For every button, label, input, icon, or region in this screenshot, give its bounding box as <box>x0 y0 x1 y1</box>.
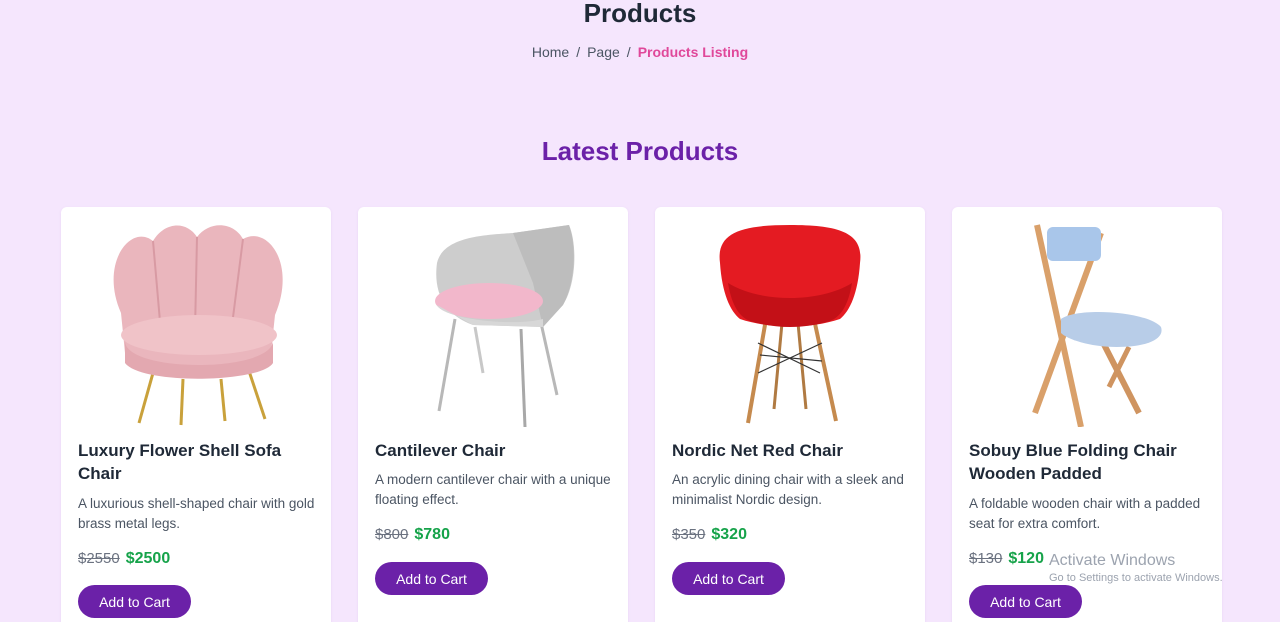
red-eiffel-chair-icon <box>719 225 861 424</box>
blue-folding-chair-icon <box>1032 224 1162 427</box>
current-price: $320 <box>711 526 747 543</box>
product-card: Cantilever Chair A modern cantilever cha… <box>358 207 628 622</box>
watermark-title: Activate Windows <box>1049 552 1176 569</box>
breadcrumb-home-link[interactable]: Home <box>532 44 569 60</box>
current-price: $120 <box>1008 550 1044 567</box>
activate-windows-watermark: Activate Windows Go to Settings to activ… <box>1049 552 1223 584</box>
product-image[interactable] <box>968 223 1206 427</box>
pink-shell-armchair-icon <box>113 225 283 426</box>
product-name[interactable]: Luxury Flower Shell Sofa Chair <box>78 439 316 485</box>
current-price: $780 <box>414 526 450 543</box>
add-to-cart-button[interactable]: Add to Cart <box>672 562 785 595</box>
product-price: $350 $320 <box>672 526 747 544</box>
product-description: A foldable wooden chair with a padded se… <box>969 496 1201 531</box>
page-title: Products <box>583 0 697 28</box>
old-price: $2550 <box>78 550 120 567</box>
old-price: $800 <box>375 526 409 543</box>
add-to-cart-button[interactable]: Add to Cart <box>969 585 1082 618</box>
breadcrumb-page-link[interactable]: Page <box>587 44 620 60</box>
product-description: A luxurious shell-shaped chair with gold… <box>78 496 315 531</box>
breadcrumb-current: Products Listing <box>637 44 749 60</box>
product-image[interactable] <box>671 223 909 427</box>
breadcrumb: Home / Page / Products Listing <box>0 44 1280 60</box>
section-title: Latest Products <box>541 136 739 166</box>
breadcrumb-separator: / <box>576 44 581 60</box>
product-name[interactable]: Cantilever Chair <box>375 439 613 462</box>
breadcrumb-separator: / <box>626 44 631 60</box>
watermark-subtitle: Go to Settings to activate Windows. <box>1049 572 1223 584</box>
product-name[interactable]: Sobuy Blue Folding Chair Wooden Padded <box>969 439 1207 485</box>
old-price: $350 <box>672 526 706 543</box>
product-image[interactable] <box>374 223 612 427</box>
product-name[interactable]: Nordic Net Red Chair <box>672 439 910 462</box>
old-price: $130 <box>969 550 1003 567</box>
product-description: An acrylic dining chair with a sleek and… <box>672 472 904 507</box>
current-price: $2500 <box>125 550 171 567</box>
product-card: Luxury Flower Shell Sofa Chair A luxurio… <box>61 207 331 622</box>
product-card: Nordic Net Red Chair An acrylic dining c… <box>655 207 925 622</box>
product-price: $130 $120 <box>969 550 1044 568</box>
add-to-cart-button[interactable]: Add to Cart <box>78 585 191 618</box>
grey-cantilever-chair-icon <box>435 225 575 427</box>
product-description: A modern cantilever chair with a unique … <box>375 472 611 507</box>
product-price: $2550 $2500 <box>78 550 170 568</box>
add-to-cart-button[interactable]: Add to Cart <box>375 562 488 595</box>
product-image[interactable] <box>77 223 315 427</box>
product-price: $800 $780 <box>375 526 450 544</box>
